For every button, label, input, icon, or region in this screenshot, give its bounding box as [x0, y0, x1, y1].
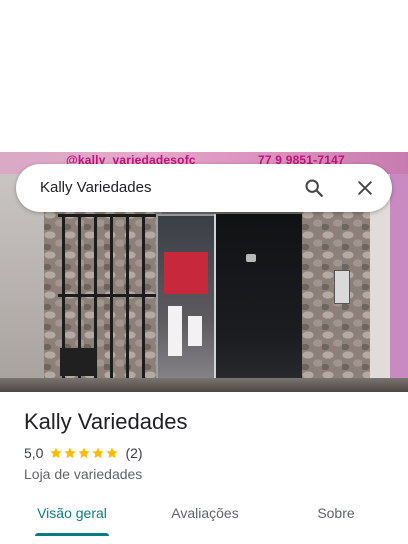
- search-input[interactable]: Kally Variedades: [40, 164, 151, 212]
- rating-row[interactable]: 5,0 (2): [24, 443, 143, 463]
- close-button[interactable]: [349, 172, 381, 204]
- tab-about[interactable]: Sobre: [306, 496, 366, 532]
- glass-door: [156, 214, 216, 392]
- ceiling-lamp: [246, 254, 256, 262]
- star-rating: [49, 446, 119, 460]
- search-bar[interactable]: Kally Variedades: [16, 164, 392, 212]
- star-icon: [78, 447, 91, 459]
- tab-overview[interactable]: Visão geral: [35, 496, 109, 532]
- active-tab-indicator: [35, 533, 109, 536]
- dark-box: [60, 348, 96, 376]
- rating-value: 5,0: [24, 445, 44, 461]
- place-tabs: Visão geral Avaliações Sobre: [0, 496, 408, 544]
- neighbor-wall: [390, 174, 408, 392]
- review-count[interactable]: (2): [125, 445, 142, 461]
- star-icon: [64, 447, 77, 459]
- intercom-box: [334, 270, 350, 304]
- door-sign: [188, 316, 202, 346]
- close-icon: [358, 181, 372, 195]
- star-icon: [50, 447, 63, 459]
- search-button[interactable]: [298, 172, 330, 204]
- place-category[interactable]: Loja de variedades: [24, 464, 142, 484]
- open-doorway: [216, 214, 302, 392]
- search-icon: [305, 179, 323, 197]
- place-page: @kally_variedadesofc 77 9 9851-7147 Kall…: [0, 0, 408, 544]
- star-icon: [106, 447, 119, 459]
- place-title: Kally Variedades: [24, 409, 188, 434]
- tab-reviews[interactable]: Avaliações: [165, 496, 245, 532]
- door-poster: [164, 252, 208, 294]
- star-icon: [92, 447, 105, 459]
- door-sign: [168, 306, 182, 356]
- sidewalk: [0, 378, 408, 392]
